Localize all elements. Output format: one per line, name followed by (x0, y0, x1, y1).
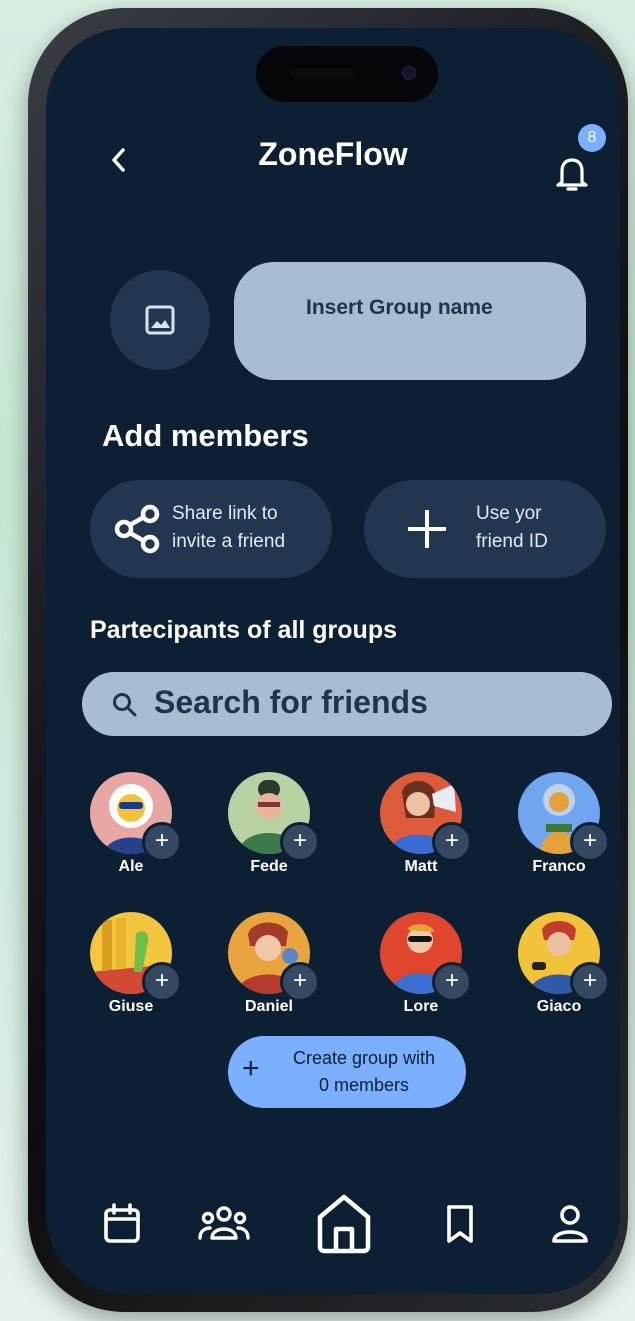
friend-name: Matt (404, 858, 438, 875)
create-group-label: Create group with 0 members (292, 1048, 436, 1095)
nav-calendar[interactable] (94, 1196, 150, 1252)
home-icon (317, 1194, 371, 1254)
participants-heading: Partecipants of all groups (90, 616, 398, 644)
plus-icon (408, 510, 446, 548)
friend-name: Giaco (536, 998, 582, 1015)
calendar-icon (104, 1203, 140, 1243)
nav-groups[interactable] (196, 1196, 252, 1252)
camera-icon (402, 66, 416, 80)
friend-name: Ale (118, 858, 144, 875)
notification-badge: 8 (578, 124, 606, 152)
friend-card[interactable]: + Giaco (504, 912, 614, 1042)
friend-name: Franco (532, 858, 586, 875)
friend-name: Giuse (108, 998, 154, 1015)
nav-home[interactable] (312, 1188, 376, 1258)
group-image-button[interactable] (110, 270, 210, 370)
people-icon (198, 1206, 250, 1240)
friend-card[interactable]: + Lore (366, 912, 476, 1042)
friend-name: Daniel (244, 998, 293, 1015)
add-friend-button[interactable]: + (570, 962, 610, 1002)
share-link-button[interactable]: Share link to invite a friend (90, 480, 332, 578)
add-friend-button[interactable]: + (570, 822, 610, 862)
friend-card[interactable]: + Daniel (214, 912, 324, 1042)
group-name-placeholder: Insert Group name (306, 296, 493, 319)
bookmark-icon (447, 1205, 473, 1243)
add-friend-button[interactable]: + (142, 822, 182, 862)
add-members-heading: Add members (102, 418, 309, 453)
friend-card[interactable]: + Franco (504, 772, 614, 902)
profile-icon (552, 1205, 588, 1243)
app-screen: ZoneFlow 8 Insert Group name Add members… (46, 28, 620, 1294)
bell-icon (556, 158, 588, 191)
friend-card[interactable]: + Matt (366, 772, 476, 902)
search-icon (113, 693, 137, 717)
page-title: ZoneFlow (258, 136, 408, 172)
add-friend-button[interactable]: + (280, 822, 320, 862)
create-group-button[interactable]: + Create group with 0 members (228, 1036, 466, 1108)
friend-card[interactable]: + Ale (76, 772, 186, 902)
friend-card[interactable]: + Fede (214, 772, 324, 902)
plus-icon: + (242, 1052, 260, 1085)
image-icon (145, 305, 175, 335)
group-name-input[interactable]: Insert Group name (234, 262, 586, 380)
share-icon (114, 504, 160, 554)
add-friend-button[interactable]: + (432, 822, 472, 862)
add-friend-button[interactable]: + (280, 962, 320, 1002)
nav-profile[interactable] (542, 1196, 598, 1252)
dynamic-island (256, 46, 438, 102)
nav-saved[interactable] (432, 1196, 488, 1252)
friend-id-button[interactable]: Use yor friend ID (364, 480, 606, 578)
notifications-button[interactable] (554, 154, 590, 194)
search-placeholder: Search for friends (154, 684, 428, 720)
add-friend-button[interactable]: + (432, 962, 472, 1002)
share-link-label: Share link to invite a friend (172, 503, 286, 552)
search-input[interactable]: Search for friends (82, 672, 612, 736)
add-friend-button[interactable]: + (142, 962, 182, 1002)
friend-card[interactable]: + Giuse (76, 912, 186, 1042)
friend-name: Fede (250, 858, 288, 875)
friend-id-label: Use yor friend ID (476, 503, 548, 552)
friend-name: Lore (403, 998, 439, 1015)
